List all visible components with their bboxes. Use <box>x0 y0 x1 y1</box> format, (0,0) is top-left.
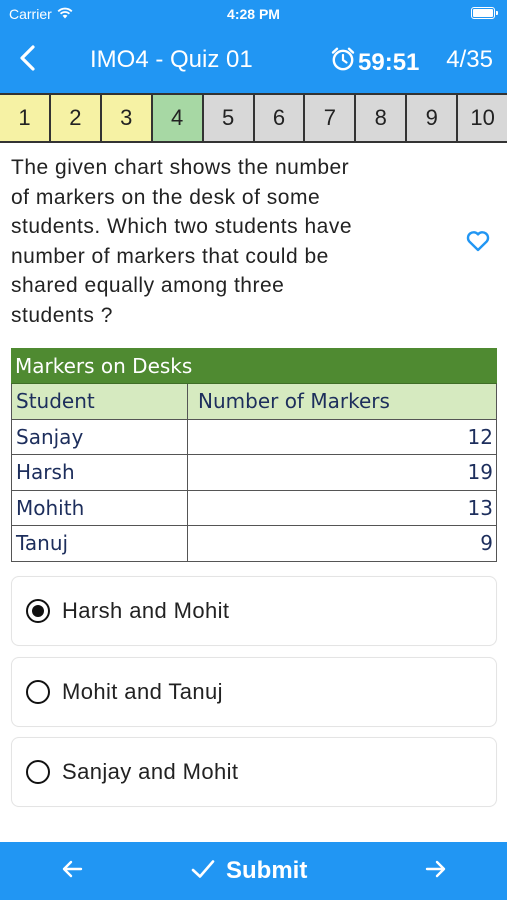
question-nav-item-3[interactable]: 3 <box>101 95 153 141</box>
question-line: of markers on the desk of some <box>11 185 321 209</box>
question-nav-item-8[interactable]: 8 <box>356 95 408 141</box>
arrow-left-icon <box>60 859 84 884</box>
table-row: Mohith 13 <box>11 490 497 526</box>
student-cell: Harsh <box>11 455 187 490</box>
question-line: students. Which two students have <box>11 215 353 238</box>
heart-outline-icon <box>465 231 491 258</box>
battery-icon <box>471 7 498 19</box>
column-header-student: Student <box>11 384 187 419</box>
question-nav-item-6[interactable]: 6 <box>254 95 306 141</box>
table-row: Harsh 19 <box>11 455 497 491</box>
markers-cell: 19 <box>187 455 497 490</box>
question-line: number of markers that could be <box>11 244 329 268</box>
question-line: students ? <box>11 303 113 327</box>
column-header-markers: Number of Markers <box>187 384 497 419</box>
question-text: The given chart shows the number of mark… <box>11 153 441 330</box>
timer-value: 59:51 <box>358 48 420 76</box>
quiz-timer: 59:51 <box>330 46 419 79</box>
question-navigator: 1 2 3 4 5 6 7 8 9 10 <box>0 93 507 143</box>
table-title: Markers on Desks <box>11 348 497 384</box>
status-clock: 4:28 PM <box>227 6 280 22</box>
alarm-clock-icon <box>330 46 356 79</box>
answer-option-label: Sanjay and Mohit <box>62 759 239 784</box>
question-nav-item-2[interactable]: 2 <box>50 95 102 141</box>
answer-option-label: Harsh and Mohit <box>62 598 230 623</box>
favorite-button[interactable] <box>465 228 491 254</box>
submit-label: Submit <box>226 857 308 884</box>
status-bar: Carrier 4:28 PM <box>0 0 507 28</box>
question-nav-item-1[interactable]: 1 <box>0 95 51 141</box>
question-nav-item-4[interactable]: 4 <box>152 95 204 141</box>
student-cell: Mohith <box>11 490 187 525</box>
answer-option[interactable]: Mohit and Tanuj <box>11 656 497 727</box>
markers-cell: 9 <box>187 526 497 561</box>
question-nav-item-5[interactable]: 5 <box>203 95 255 141</box>
checkmark-icon <box>190 858 216 885</box>
previous-button[interactable] <box>54 856 90 886</box>
radio-selected-icon[interactable] <box>26 599 50 623</box>
back-button[interactable] <box>10 42 46 78</box>
answer-option[interactable]: Harsh and Mohit <box>11 576 497 646</box>
question-line: The given chart shows the number <box>11 156 350 179</box>
question-nav-item-10[interactable]: 10 <box>458 95 507 141</box>
question-counter: 4/35 <box>446 46 493 73</box>
question-line: shared equally among three <box>11 274 285 297</box>
question-nav-item-9[interactable]: 9 <box>407 95 459 141</box>
table-row: Tanuj 9 <box>11 526 497 562</box>
student-cell: Sanjay <box>11 419 187 454</box>
radio-unselected-icon[interactable] <box>26 679 50 704</box>
table-row: Sanjay 12 <box>11 419 497 455</box>
markers-cell: 12 <box>187 419 497 454</box>
answer-option-label: Mohit and Tanuj <box>62 678 223 704</box>
app-header: Carrier 4:28 PM IMO4 - Quiz 01 59:51 4/3… <box>0 0 507 93</box>
radio-unselected-icon[interactable] <box>26 760 50 784</box>
nav-bar: IMO4 - Quiz 01 59:51 4/35 <box>0 28 507 93</box>
chevron-left-icon <box>18 44 38 76</box>
next-button[interactable] <box>418 856 454 886</box>
answer-option[interactable]: Sanjay and Mohit <box>11 737 497 807</box>
arrow-right-icon <box>424 859 448 884</box>
student-cell: Tanuj <box>11 526 187 561</box>
markers-cell: 13 <box>187 490 497 525</box>
submit-button[interactable]: Submit <box>190 854 307 888</box>
bottom-bar: Submit <box>0 842 507 900</box>
markers-table: Markers on Desks Student Number of Marke… <box>11 348 497 562</box>
quiz-title: IMO4 - Quiz 01 <box>90 46 253 73</box>
answer-options: Harsh and Mohit Mohit and Tanuj Sanjay and… <box>11 576 497 818</box>
table-header-row: Student Number of Markers <box>11 384 497 420</box>
question-nav-item-7[interactable]: 7 <box>305 95 357 141</box>
